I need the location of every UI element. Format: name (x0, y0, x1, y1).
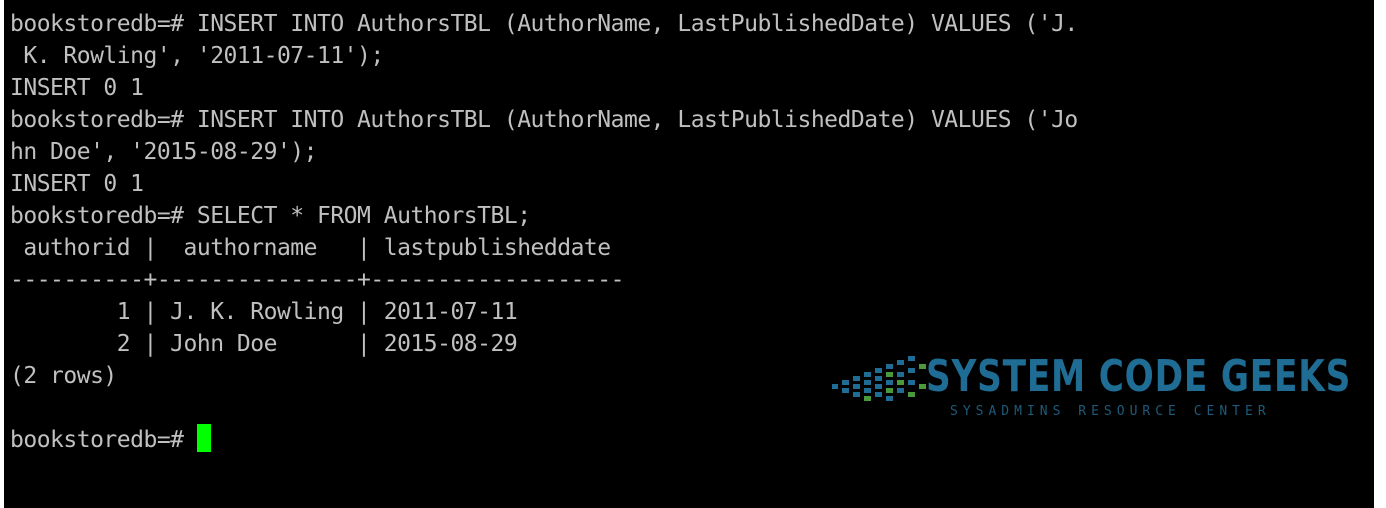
watermark-logo-icon (832, 356, 926, 401)
result-header-row: authorid | authorname | lastpublisheddat… (10, 235, 611, 261)
terminal-line: K. Rowling', '2011-07-11'); (10, 43, 384, 69)
watermark: SYSTEM CODE GEEKS SYSADMINS RESOURCE CEN… (830, 352, 1350, 432)
terminal-line: bookstoredb=# SELECT * FROM AuthorsTBL; (10, 203, 531, 229)
result-separator: ----------+---------------+-------------… (10, 267, 624, 293)
watermark-title: SYSTEM CODE GEEKS (926, 351, 1352, 402)
terminal-line: bookstoredb=# INSERT INTO AuthorsTBL (Au… (10, 11, 1078, 37)
prompt: bookstoredb=# (10, 427, 197, 453)
terminal-window: bookstoredb=# INSERT INTO AuthorsTBL (Au… (0, 0, 1386, 508)
terminal-line: INSERT 0 1 (10, 171, 144, 197)
watermark-subtitle: SYSADMINS RESOURCE CENTER (950, 404, 1271, 419)
terminal-line: hn Doe', '2015-08-29'); (10, 139, 317, 165)
terminal-line: bookstoredb=# INSERT INTO AuthorsTBL (Au… (10, 107, 1078, 133)
cursor-block (196, 424, 211, 452)
result-row: 1 | J. K. Rowling | 2011-07-11 (10, 299, 518, 325)
terminal-console[interactable]: bookstoredb=# INSERT INTO AuthorsTBL (Au… (4, 0, 1374, 508)
terminal-line: INSERT 0 1 (10, 75, 144, 101)
